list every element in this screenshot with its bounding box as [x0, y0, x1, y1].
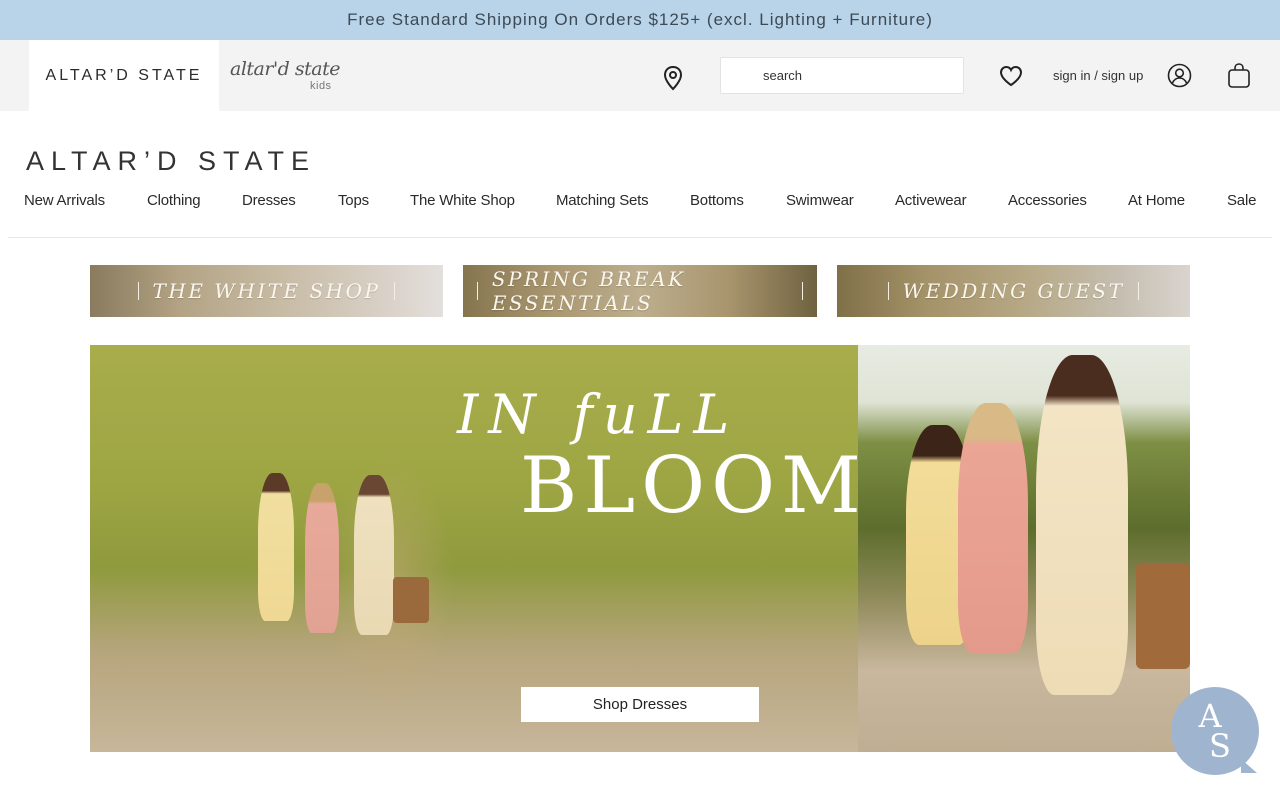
chat-letter-s: S	[1209, 727, 1231, 765]
nav-item-tops[interactable]: Tops	[338, 192, 369, 209]
chat-logo-icon[interactable]: A S	[1171, 687, 1259, 775]
hero-figure	[354, 475, 394, 635]
nav-item-matching-sets[interactable]: Matching Sets	[556, 192, 649, 209]
main-nav: New Arrivals Clothing Dresses Tops The W…	[0, 192, 1280, 218]
hero-title-line2: BLOOM	[520, 441, 867, 531]
kids-logo-sub: kids	[310, 80, 332, 92]
nav-item-new-arrivals[interactable]: New Arrivals	[24, 192, 105, 209]
nav-item-at-home[interactable]: At Home	[1128, 192, 1185, 209]
nav-item-clothing[interactable]: Clothing	[147, 192, 201, 209]
banner-the-white-shop[interactable]: THE WHITE SHOP	[90, 265, 443, 317]
search-input[interactable]	[720, 57, 964, 94]
hero-figure	[258, 473, 294, 621]
nav-item-accessories[interactable]: Accessories	[1008, 192, 1087, 209]
picnic-basket	[393, 577, 429, 623]
chat-bubble-tail	[1241, 759, 1257, 773]
shopping-bag-icon[interactable]	[1227, 62, 1251, 89]
banner-wedding-guest[interactable]: WEDDING GUEST	[837, 265, 1190, 317]
hero-figure	[305, 483, 339, 633]
banner-divider	[477, 282, 478, 300]
banner-label: THE WHITE SHOP	[152, 279, 381, 303]
hero-figure	[1036, 355, 1128, 695]
promo-text: Free Standard Shipping On Orders $125+ (…	[347, 10, 933, 29]
banner-divider	[394, 282, 396, 300]
banner-divider	[887, 282, 889, 300]
map-pin-icon[interactable]	[662, 65, 684, 91]
sign-in-link[interactable]: sign in / sign up	[1053, 68, 1143, 83]
kids-brand-link[interactable]: altar'd state kids	[230, 56, 340, 96]
kids-logo-script: altar'd state	[230, 58, 340, 80]
hero-image-right	[858, 345, 1190, 752]
nav-item-swimwear[interactable]: Swimwear	[786, 192, 854, 209]
banner-spring-break-essentials[interactable]: SPRING BREAK ESSENTIALS	[463, 265, 817, 317]
main-logo[interactable]: ALTAR’D STATE	[26, 146, 316, 177]
user-icon[interactable]	[1167, 63, 1192, 88]
nav-item-dresses[interactable]: Dresses	[242, 192, 296, 209]
utility-header: ALTAR’D STATE altar'd state kids sign in…	[0, 40, 1280, 111]
banner-divider	[137, 282, 139, 300]
heart-icon[interactable]	[998, 64, 1024, 88]
shop-dresses-button[interactable]: Shop Dresses	[521, 687, 759, 722]
hero-title-line1: IN fuLL	[457, 383, 740, 446]
banner-divider	[802, 282, 803, 300]
hero-banner[interactable]: IN fuLL BLOOM Shop Dresses	[90, 345, 1190, 752]
banner-label: WEDDING GUEST	[902, 279, 1125, 303]
nav-item-activewear[interactable]: Activewear	[895, 192, 967, 209]
nav-divider	[8, 237, 1272, 238]
hero-figure	[958, 403, 1028, 653]
banner-label: SPRING BREAK ESSENTIALS	[491, 267, 686, 315]
brand-tab-altard-state[interactable]: ALTAR’D STATE	[29, 40, 219, 111]
promo-bar: Free Standard Shipping On Orders $125+ (…	[0, 0, 1280, 40]
picnic-basket	[1136, 563, 1190, 669]
banner-divider	[1138, 282, 1140, 300]
nav-item-sale[interactable]: Sale	[1227, 192, 1256, 209]
brand-tab-label: ALTAR’D STATE	[45, 66, 203, 84]
nav-item-bottoms[interactable]: Bottoms	[690, 192, 744, 209]
nav-item-the-white-shop[interactable]: The White Shop	[410, 192, 515, 209]
